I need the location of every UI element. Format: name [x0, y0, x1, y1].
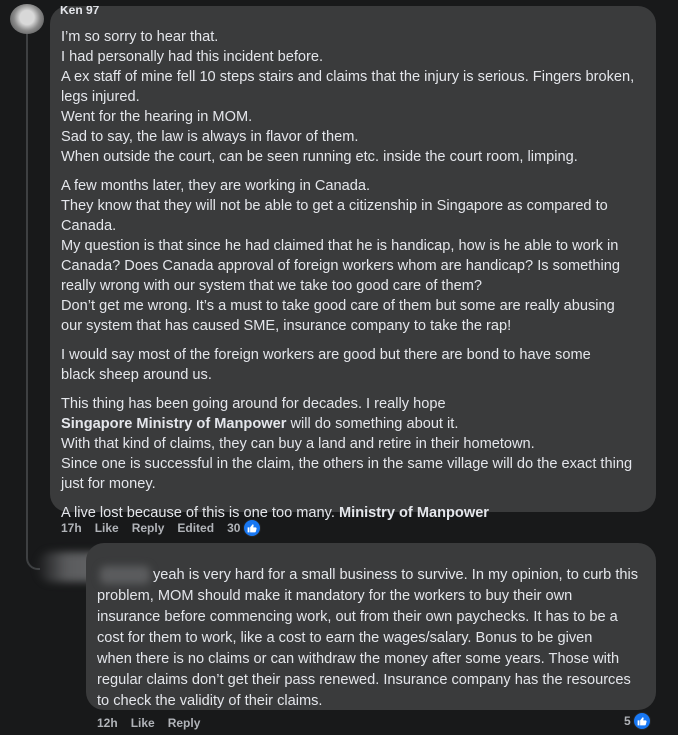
comment-lines: With that kind of claims, they can buy a…	[61, 434, 647, 494]
avatar[interactable]	[10, 4, 44, 34]
reply-button[interactable]: Reply	[168, 716, 201, 730]
reply-thread-line	[26, 34, 40, 570]
comment-actions: 17h Like Reply Edited 30	[61, 519, 262, 537]
reply-lines: yeah is very hard for a small business t…	[97, 565, 647, 712]
comment-line: I’m so sorry to hear that.	[61, 29, 219, 45]
comment-line: when there is no claims or can withdraw …	[97, 651, 620, 667]
timestamp[interactable]: 17h	[61, 521, 82, 535]
comment-line: just for money.	[61, 476, 156, 492]
comment-line: Sad to say, the law is always in flavor …	[61, 129, 359, 145]
mention-link[interactable]: Ministry of Manpower	[339, 505, 489, 521]
comment-line: problem, MOM should make it mandatory fo…	[97, 588, 573, 604]
timestamp[interactable]: 12h	[97, 716, 118, 730]
comment-paragraph: I’m so sorry to hear that. I had personal…	[61, 27, 647, 167]
comment-line: insurance before commencing work, out fr…	[97, 609, 618, 625]
comment-line: Canada? Does Canada approval of foreign …	[61, 258, 620, 274]
comment-line: My question is that since he had claimed…	[61, 238, 619, 254]
like-button[interactable]: Like	[95, 521, 119, 535]
reaction-count[interactable]: 30	[227, 521, 240, 535]
comment-line: our system that has caused SME, insuranc…	[61, 318, 512, 334]
comment-line: Don’t get me wrong. It’s a must to take …	[61, 298, 615, 314]
reply-body: yeah is very hard for a small business t…	[97, 565, 647, 712]
comment-line: black sheep around us.	[61, 367, 212, 383]
comment-line: Singapore Ministry of Manpower will do s…	[61, 414, 647, 434]
comment-line: Since one is successful in the claim, th…	[61, 456, 633, 472]
like-reaction-icon[interactable]	[632, 712, 651, 730]
comment-line: When outside the court, can be seen runn…	[61, 149, 578, 165]
comment-line: This thing has been going around for dec…	[61, 396, 446, 412]
comment-line: I had personally had this incident befor…	[61, 49, 324, 65]
reply-actions: 12h Like Reply	[97, 716, 213, 730]
comment-text: will do something about it.	[286, 416, 459, 432]
comment-line: Went for the hearing in MOM.	[61, 109, 253, 125]
comment-author-name[interactable]: Ken 97	[60, 6, 120, 18]
comment-paragraph: I would say most of the foreign workers …	[61, 345, 647, 385]
reply-button[interactable]: Reply	[132, 521, 165, 535]
reaction-count[interactable]: 5	[624, 714, 631, 728]
edited-label[interactable]: Edited	[177, 521, 214, 535]
comment-line: They know that they will not be able to …	[61, 198, 608, 214]
comment-line: With that kind of claims, they can buy a…	[61, 436, 535, 452]
comment-line: to check the validity of their claims.	[97, 693, 323, 709]
comment-paragraph: This thing has been going around for dec…	[61, 394, 647, 494]
comment-line: Canada.	[61, 218, 117, 234]
comment-line: cost for them to work, like a cost to ea…	[97, 630, 593, 646]
comment-line: A few months later, they are working in …	[61, 178, 371, 194]
comment-line: I would say most of the foreign workers …	[61, 347, 591, 363]
comment-line: yeah is very hard for a small business t…	[153, 567, 639, 583]
comment-paragraph: A few months later, they are working in …	[61, 176, 647, 336]
comment-line: really wrong with our system that we tak…	[61, 278, 482, 294]
comment-line: legs injured.	[61, 89, 140, 105]
reply-reactions[interactable]: 5	[624, 712, 651, 730]
comment-body: I’m so sorry to hear that. I had personal…	[61, 27, 647, 523]
comment-line: regular claims don’t get their pass rene…	[97, 672, 631, 688]
like-reaction-icon[interactable]	[243, 519, 262, 537]
like-button[interactable]: Like	[131, 716, 155, 730]
mention-link[interactable]: Singapore Ministry of Manpower	[61, 416, 286, 432]
comment-line: A ex staff of mine fell 10 steps stairs …	[61, 69, 635, 85]
